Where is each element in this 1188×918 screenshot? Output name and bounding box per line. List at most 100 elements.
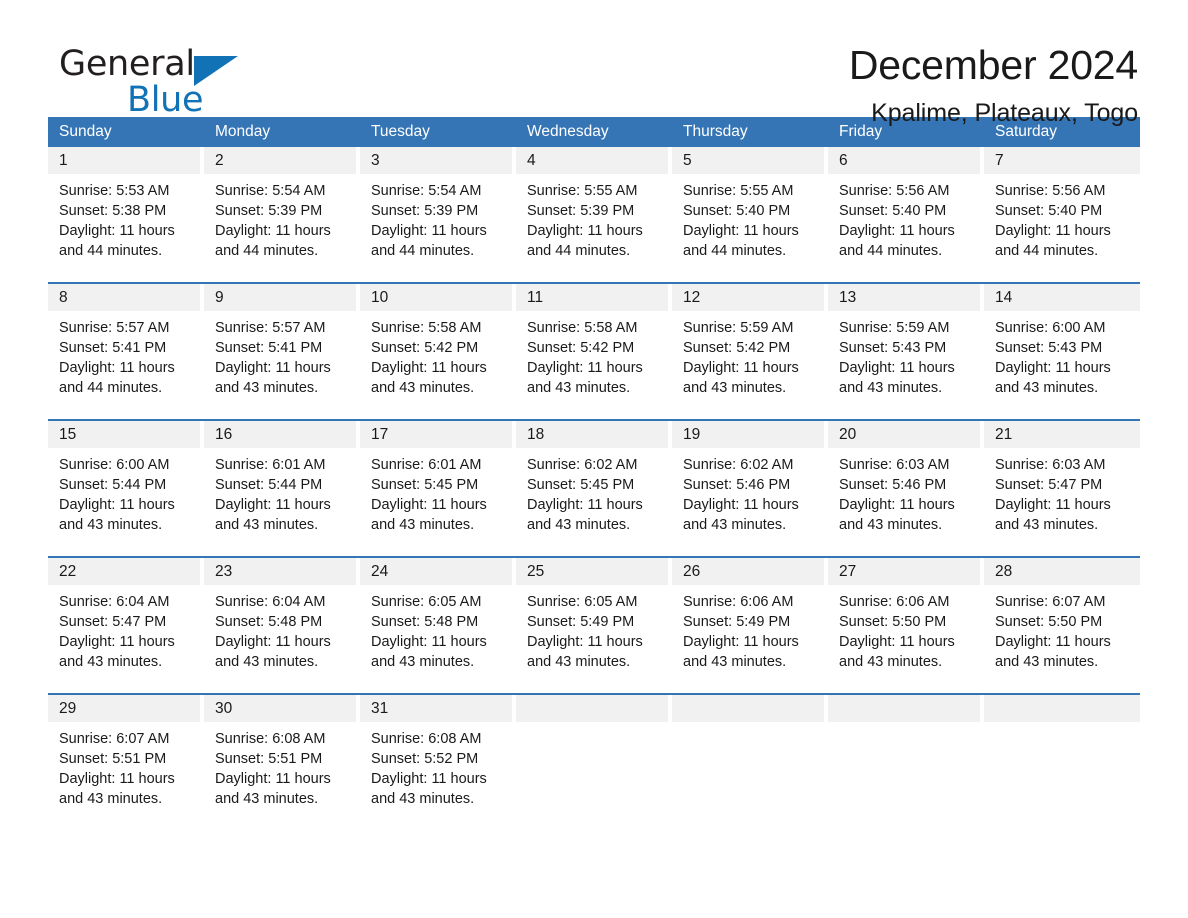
- day-number: 11: [516, 284, 668, 311]
- day-detail-sunrise: Sunrise: 6:07 AM: [59, 731, 170, 747]
- day-detail-daylight-1: Daylight: 11 hours: [371, 771, 487, 787]
- day-cell-inner: 14 Sunrise: 6:00 AM Sunset: 5:43 PM Dayligh…: [984, 284, 1140, 398]
- calendar-day-cell[interactable]: 15 Sunrise: 6:00 AM Sunset: 5:44 PM Dayligh…: [48, 421, 204, 535]
- day-detail-daylight-2: and 43 minutes.: [371, 380, 475, 396]
- calendar-day-cell[interactable]: 27 Sunrise: 6:06 AM Sunset: 5:50 PM Dayligh…: [828, 558, 984, 672]
- calendar-day-cell[interactable]: 25 Sunrise: 6:05 AM Sunset: 5:49 PM Dayligh…: [516, 558, 672, 672]
- day-details: Sunrise: 5:57 AM Sunset: 5:41 PM Daylight:…: [204, 311, 356, 398]
- day-detail-daylight-2: and 43 minutes.: [995, 380, 1099, 396]
- day-details: Sunrise: 5:59 AM Sunset: 5:42 PM Daylight:…: [672, 311, 824, 398]
- day-cell-inner: 13 Sunrise: 5:59 AM Sunset: 5:43 PM Dayligh…: [828, 284, 980, 398]
- day-cell-inner: [672, 695, 824, 809]
- calendar-day-cell[interactable]: 16 Sunrise: 6:01 AM Sunset: 5:44 PM Dayligh…: [204, 421, 360, 535]
- day-cell-inner: 17 Sunrise: 6:01 AM Sunset: 5:45 PM Dayligh…: [360, 421, 512, 535]
- day-detail-daylight-2: and 43 minutes.: [215, 380, 319, 396]
- day-detail-daylight-2: and 43 minutes.: [683, 517, 787, 533]
- calendar-page: General Blue December 2024 Kpalime, Plat…: [0, 0, 1188, 918]
- day-detail-sunrise: Sunrise: 6:05 AM: [527, 594, 638, 610]
- logo-text-general: General: [59, 44, 195, 84]
- weekday-header-saturday: Saturday: [995, 123, 1058, 140]
- calendar-day-cell[interactable]: 31 Sunrise: 6:08 AM Sunset: 5:52 PM Dayligh…: [360, 695, 516, 809]
- day-cell-inner: 10 Sunrise: 5:58 AM Sunset: 5:42 PM Dayligh…: [360, 284, 512, 398]
- day-detail-sunrise: Sunrise: 6:00 AM: [995, 320, 1106, 336]
- calendar-day-cell[interactable]: 3 Sunrise: 5:54 AM Sunset: 5:39 PM Daylight…: [360, 147, 516, 261]
- day-cell-inner: 3 Sunrise: 5:54 AM Sunset: 5:39 PM Daylight…: [360, 147, 512, 261]
- calendar-day-cell[interactable]: 30 Sunrise: 6:08 AM Sunset: 5:51 PM Dayligh…: [204, 695, 360, 809]
- calendar-day-cell[interactable]: 2 Sunrise: 5:54 AM Sunset: 5:39 PM Daylight…: [204, 147, 360, 261]
- day-details: Sunrise: 6:00 AM Sunset: 5:44 PM Daylight:…: [48, 448, 200, 535]
- calendar-day-cell[interactable]: 4 Sunrise: 5:55 AM Sunset: 5:39 PM Daylight…: [516, 147, 672, 261]
- day-detail-daylight-2: and 43 minutes.: [683, 654, 787, 670]
- calendar-day-cell[interactable]: 28 Sunrise: 6:07 AM Sunset: 5:50 PM Dayligh…: [984, 558, 1140, 672]
- calendar-week-row: 8 Sunrise: 5:57 AM Sunset: 5:41 PM Daylight…: [48, 282, 1140, 398]
- calendar-day-cell[interactable]: 20 Sunrise: 6:03 AM Sunset: 5:46 PM Dayligh…: [828, 421, 984, 535]
- calendar-day-cell[interactable]: 13 Sunrise: 5:59 AM Sunset: 5:43 PM Dayligh…: [828, 284, 984, 398]
- day-detail-daylight-1: Daylight: 11 hours: [527, 497, 643, 513]
- day-cell-inner: 19 Sunrise: 6:02 AM Sunset: 5:46 PM Dayligh…: [672, 421, 824, 535]
- day-detail-daylight-2: and 43 minutes.: [371, 517, 475, 533]
- day-detail-sunset: Sunset: 5:48 PM: [371, 614, 479, 630]
- calendar-day-cell[interactable]: 6 Sunrise: 5:56 AM Sunset: 5:40 PM Daylight…: [828, 147, 984, 261]
- calendar-table: Sunday Monday Tuesday Wednesday Thursday…: [48, 117, 1140, 809]
- day-detail-daylight-2: and 43 minutes.: [59, 654, 163, 670]
- day-detail-sunset: Sunset: 5:42 PM: [527, 340, 635, 356]
- day-number: 29: [48, 695, 200, 722]
- day-detail-daylight-1: Daylight: 11 hours: [215, 223, 331, 239]
- day-number: 6: [828, 147, 980, 174]
- calendar-day-cell[interactable]: 11 Sunrise: 5:58 AM Sunset: 5:42 PM Dayligh…: [516, 284, 672, 398]
- logo-text-blue: Blue: [127, 80, 204, 120]
- generalblue-logo[interactable]: General Blue: [48, 44, 278, 120]
- day-detail-sunrise: Sunrise: 5:55 AM: [683, 183, 794, 199]
- calendar-day-cell[interactable]: 21 Sunrise: 6:03 AM Sunset: 5:47 PM Dayligh…: [984, 421, 1140, 535]
- calendar-day-cell[interactable]: 24 Sunrise: 6:05 AM Sunset: 5:48 PM Dayligh…: [360, 558, 516, 672]
- day-detail-daylight-1: Daylight: 11 hours: [839, 634, 955, 650]
- calendar-day-cell[interactable]: 19 Sunrise: 6:02 AM Sunset: 5:46 PM Dayligh…: [672, 421, 828, 535]
- day-detail-sunrise: Sunrise: 6:04 AM: [59, 594, 170, 610]
- day-detail-sunrise: Sunrise: 5:57 AM: [215, 320, 326, 336]
- week-cells: 15 Sunrise: 6:00 AM Sunset: 5:44 PM Dayligh…: [48, 421, 1140, 535]
- day-details: Sunrise: 6:02 AM Sunset: 5:46 PM Daylight:…: [672, 448, 824, 535]
- calendar-day-cell[interactable]: 18 Sunrise: 6:02 AM Sunset: 5:45 PM Dayligh…: [516, 421, 672, 535]
- week-cells: 22 Sunrise: 6:04 AM Sunset: 5:47 PM Dayligh…: [48, 558, 1140, 672]
- day-detail-sunset: Sunset: 5:39 PM: [527, 203, 635, 219]
- calendar-day-cell[interactable]: 29 Sunrise: 6:07 AM Sunset: 5:51 PM Dayligh…: [48, 695, 204, 809]
- day-number: [516, 695, 668, 722]
- day-detail-daylight-1: Daylight: 11 hours: [215, 360, 331, 376]
- day-number: 1: [48, 147, 200, 174]
- calendar-day-cell[interactable]: 10 Sunrise: 5:58 AM Sunset: 5:42 PM Dayligh…: [360, 284, 516, 398]
- day-cell-inner: 4 Sunrise: 5:55 AM Sunset: 5:39 PM Daylight…: [516, 147, 668, 261]
- day-cell-inner: 29 Sunrise: 6:07 AM Sunset: 5:51 PM Dayligh…: [48, 695, 200, 809]
- day-detail-sunrise: Sunrise: 6:05 AM: [371, 594, 482, 610]
- day-detail-sunset: Sunset: 5:42 PM: [683, 340, 791, 356]
- day-number: 25: [516, 558, 668, 585]
- day-detail-daylight-1: Daylight: 11 hours: [527, 360, 643, 376]
- calendar-day-cell[interactable]: 17 Sunrise: 6:01 AM Sunset: 5:45 PM Dayligh…: [360, 421, 516, 535]
- calendar-day-cell[interactable]: 1 Sunrise: 5:53 AM Sunset: 5:38 PM Daylight…: [48, 147, 204, 261]
- day-detail-daylight-2: and 44 minutes.: [995, 243, 1099, 259]
- day-number: 20: [828, 421, 980, 448]
- calendar-day-cell[interactable]: 23 Sunrise: 6:04 AM Sunset: 5:48 PM Dayligh…: [204, 558, 360, 672]
- calendar-day-cell[interactable]: 14 Sunrise: 6:00 AM Sunset: 5:43 PM Dayligh…: [984, 284, 1140, 398]
- calendar-day-cell[interactable]: 8 Sunrise: 5:57 AM Sunset: 5:41 PM Daylight…: [48, 284, 204, 398]
- calendar-day-cell[interactable]: 12 Sunrise: 5:59 AM Sunset: 5:42 PM Dayligh…: [672, 284, 828, 398]
- day-detail-daylight-1: Daylight: 11 hours: [59, 223, 175, 239]
- day-detail-daylight-1: Daylight: 11 hours: [995, 223, 1111, 239]
- weekday-header-friday: Friday: [839, 123, 883, 140]
- day-details: Sunrise: 5:56 AM Sunset: 5:40 PM Daylight:…: [828, 174, 980, 261]
- calendar-day-cell[interactable]: 26 Sunrise: 6:06 AM Sunset: 5:49 PM Dayligh…: [672, 558, 828, 672]
- day-detail-sunset: Sunset: 5:51 PM: [59, 751, 167, 767]
- day-number: 31: [360, 695, 512, 722]
- day-detail-sunset: Sunset: 5:47 PM: [59, 614, 167, 630]
- day-cell-inner: [516, 695, 668, 809]
- day-details: Sunrise: 6:05 AM Sunset: 5:48 PM Daylight:…: [360, 585, 512, 672]
- calendar-empty-cell: [672, 695, 828, 809]
- calendar-day-cell[interactable]: 9 Sunrise: 5:57 AM Sunset: 5:41 PM Daylight…: [204, 284, 360, 398]
- calendar-day-cell[interactable]: 5 Sunrise: 5:55 AM Sunset: 5:40 PM Daylight…: [672, 147, 828, 261]
- day-details: Sunrise: 6:06 AM Sunset: 5:50 PM Daylight:…: [828, 585, 980, 672]
- calendar-day-cell[interactable]: 22 Sunrise: 6:04 AM Sunset: 5:47 PM Dayligh…: [48, 558, 204, 672]
- calendar-day-cell[interactable]: 7 Sunrise: 5:56 AM Sunset: 5:40 PM Daylight…: [984, 147, 1140, 261]
- day-detail-sunrise: Sunrise: 5:59 AM: [839, 320, 950, 336]
- day-detail-sunset: Sunset: 5:40 PM: [995, 203, 1103, 219]
- day-cell-inner: 25 Sunrise: 6:05 AM Sunset: 5:49 PM Dayligh…: [516, 558, 668, 672]
- calendar-week-row: 22 Sunrise: 6:04 AM Sunset: 5:47 PM Dayligh…: [48, 556, 1140, 672]
